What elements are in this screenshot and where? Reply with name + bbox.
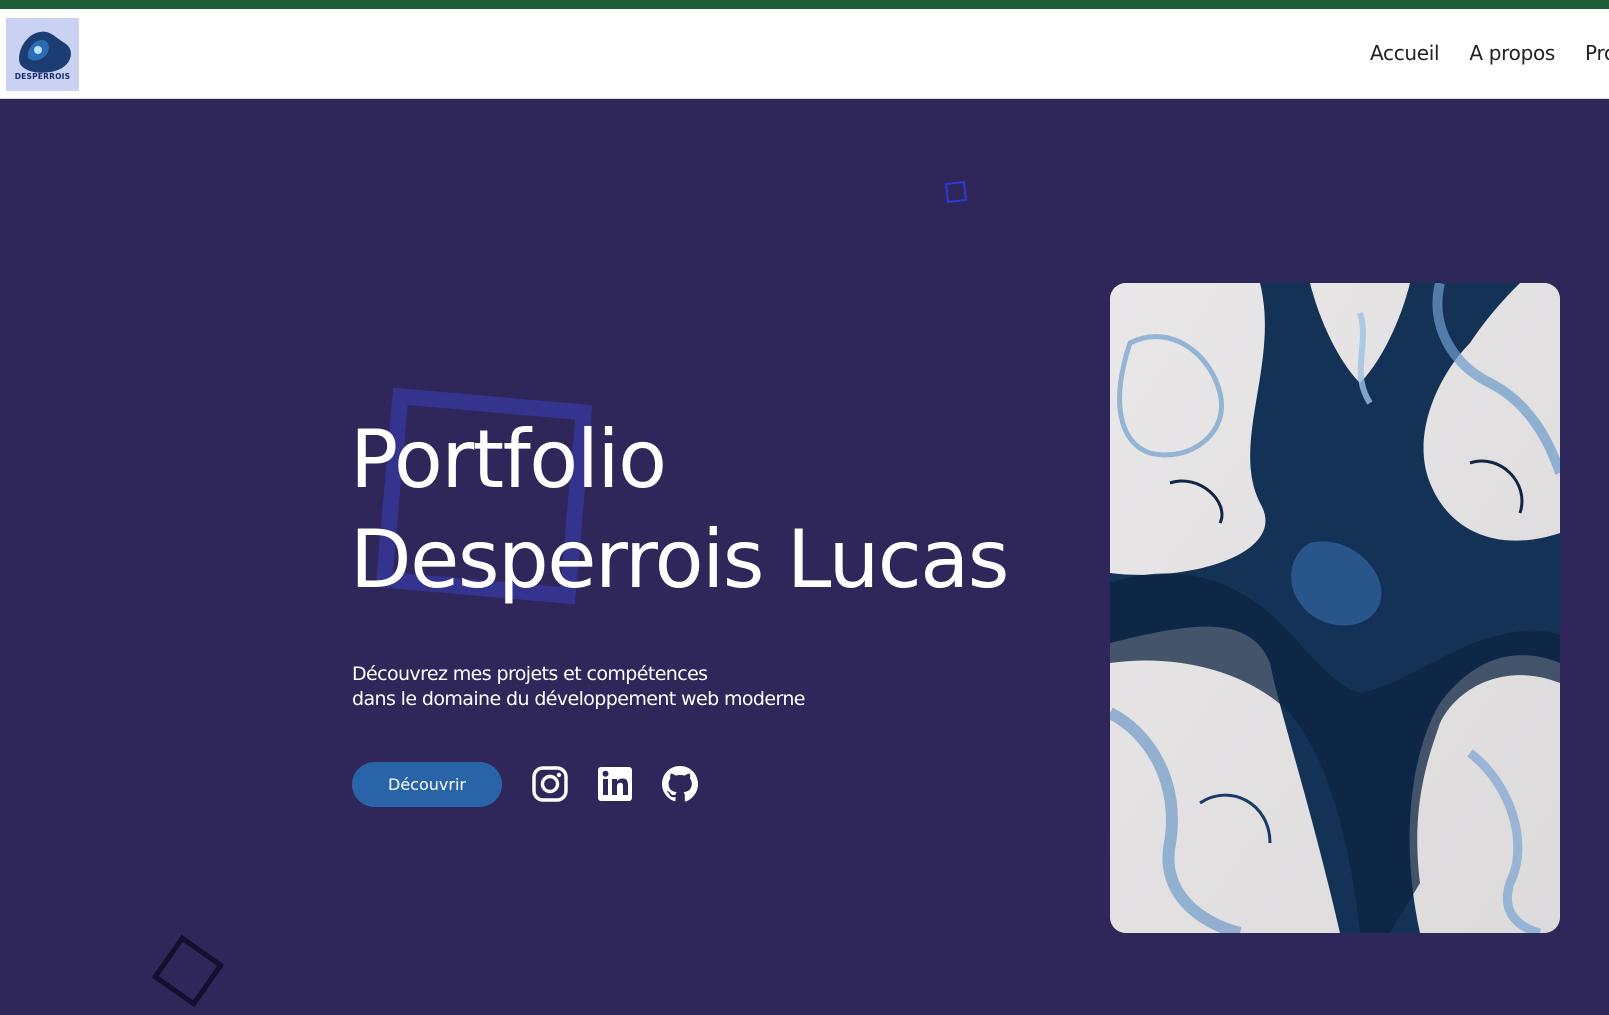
discover-button[interactable]: Découvrir: [352, 762, 502, 807]
hero-subtitle-line: dans le domaine du développement web mod…: [352, 688, 805, 710]
hero-subtitle: Découvrez mes projets et compétences dan…: [352, 662, 805, 712]
logo-text: DESPERROIS: [14, 72, 71, 81]
hero-subtitle-line: Découvrez mes projets et compétences: [352, 663, 708, 685]
nav-link-a-propos[interactable]: A propos: [1469, 41, 1555, 65]
github-link[interactable]: [660, 764, 700, 804]
abstract-marble-image: [1110, 283, 1560, 933]
hero-section: Portfolio Desperrois Lucas Découvrez mes…: [0, 100, 1609, 1015]
navbar: DESPERROIS Accueil A propos Pro: [0, 9, 1609, 99]
decorative-square-small: [945, 181, 967, 203]
top-accent-strip: [0, 0, 1609, 9]
linkedin-icon: [598, 767, 632, 801]
linkedin-link[interactable]: [595, 764, 635, 804]
hero-title: Portfolio Desperrois Lucas: [350, 410, 1009, 610]
hero-title-line: Portfolio: [350, 413, 667, 506]
instagram-icon: [532, 766, 568, 802]
instagram-link[interactable]: [530, 764, 570, 804]
main-nav: Accueil A propos Pro: [1370, 41, 1609, 65]
nav-link-projets[interactable]: Pro: [1585, 41, 1609, 65]
github-icon: [662, 766, 698, 802]
decorative-diamond: [151, 934, 225, 1008]
nav-link-accueil[interactable]: Accueil: [1370, 41, 1440, 65]
hero-title-line: Desperrois Lucas: [350, 513, 1009, 606]
logo[interactable]: DESPERROIS: [6, 18, 79, 91]
